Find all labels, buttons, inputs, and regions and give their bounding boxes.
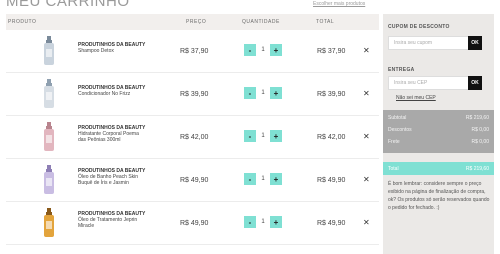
quantity-value[interactable]: 1: [256, 176, 270, 182]
unit-price: R$ 49,90: [180, 220, 209, 227]
product-title-line2: das Peônias 300ml: [78, 137, 121, 143]
product-title: Condicionador No Frizz: [78, 91, 131, 97]
header-quantity: QUANTIDADE: [242, 19, 280, 25]
remove-item-icon[interactable]: ✕: [363, 175, 370, 184]
subtotal-row: Subtotal R$ 219,60: [388, 115, 489, 121]
unit-price: R$ 37,90: [180, 48, 209, 55]
shipping-value: R$ 0,00: [471, 139, 489, 145]
cart-header: PRODUTO PREÇO QUANTIDADE TOTAL: [6, 14, 379, 30]
decrease-quantity-button[interactable]: -: [244, 173, 256, 185]
product-name[interactable]: PRODUTINHOS DA BEAUTY Condicionador No Fr…: [78, 85, 145, 97]
cart-table: PRODUTO PREÇO QUANTIDADE TOTAL PRODUTINH…: [6, 14, 379, 245]
total-bar: Total R$ 219,60: [383, 162, 494, 175]
discount-value: R$ 0,00: [471, 127, 489, 133]
cart-row: PRODUTINHOS DA BEAUTY Hidratante Corporal…: [6, 116, 379, 159]
line-total: R$ 49,90: [317, 220, 346, 227]
product-title: Shampoo Detox: [78, 48, 114, 54]
quantity-stepper: -1 +: [244, 130, 282, 142]
product-image[interactable]: [42, 165, 56, 195]
cep-input[interactable]: Insira seu CEP: [388, 76, 479, 90]
header-total: TOTAL: [316, 19, 335, 25]
product-image[interactable]: [42, 79, 56, 109]
increase-quantity-button[interactable]: +: [270, 87, 282, 99]
shipping-label: Frete: [388, 139, 400, 145]
increase-quantity-button[interactable]: +: [270, 44, 282, 56]
quantity-value[interactable]: 1: [256, 219, 270, 225]
line-total: R$ 37,90: [317, 48, 346, 55]
cart-row: PRODUTINHOS DA BEAUTY Óleo de Tratamento …: [6, 202, 379, 245]
total-label: Total: [388, 166, 399, 172]
quantity-value[interactable]: 1: [256, 133, 270, 139]
product-title-line2: Buquê de Íris e Jasmin: [78, 180, 129, 186]
total-value: R$ 219,60: [465, 166, 489, 172]
unit-price: R$ 49,90: [180, 177, 209, 184]
cart-row: PRODUTINHOS DA BEAUTY Condicionador No Fr…: [6, 73, 379, 116]
line-total: R$ 49,90: [317, 177, 346, 184]
quantity-stepper: -1 +: [244, 44, 282, 56]
coupon-label: CUPOM DE DESCONTO: [388, 24, 450, 30]
unit-price: R$ 39,90: [180, 91, 209, 98]
order-summary: Subtotal R$ 219,60 Descontos R$ 0,00 Fre…: [383, 110, 494, 153]
decrease-quantity-button[interactable]: -: [244, 87, 256, 99]
line-total: R$ 42,00: [317, 134, 346, 141]
decrease-quantity-button[interactable]: -: [244, 216, 256, 228]
product-image[interactable]: [42, 36, 56, 66]
shipping-row: Frete R$ 0,00: [388, 139, 489, 145]
coupon-ok-button[interactable]: OK: [468, 36, 482, 50]
cart-row: PRODUTINHOS DA BEAUTY Óleo de Banho Peach…: [6, 159, 379, 202]
remove-item-icon[interactable]: ✕: [363, 46, 370, 55]
decrease-quantity-button[interactable]: -: [244, 130, 256, 142]
product-image[interactable]: [42, 122, 56, 152]
subtotal-value: R$ 219,60: [465, 115, 489, 121]
product-name[interactable]: PRODUTINHOS DA BEAUTY Óleo de Banho Peach…: [78, 168, 145, 186]
page-title: MEU CARRINHO: [6, 0, 130, 10]
product-title-line2: Miracle: [78, 223, 95, 229]
cart-row: PRODUTINHOS DA BEAUTY Shampoo Detox R$ 37,…: [6, 30, 379, 73]
increase-quantity-button[interactable]: +: [270, 173, 282, 185]
product-image[interactable]: [42, 208, 56, 238]
price-note: É bom lembrar: considere sempre o preço …: [388, 181, 490, 211]
discount-row: Descontos R$ 0,00: [388, 127, 489, 133]
cart-sidebar: CUPOM DE DESCONTO Insira seu cupom OK EN…: [383, 14, 494, 254]
product-name[interactable]: PRODUTINHOS DA BEAUTY Shampoo Detox: [78, 42, 145, 54]
product-name[interactable]: PRODUTINHOS DA BEAUTY Hidratante Corporal…: [78, 125, 145, 143]
quantity-stepper: -1 +: [244, 173, 282, 185]
increase-quantity-button[interactable]: +: [270, 130, 282, 142]
remove-item-icon[interactable]: ✕: [363, 89, 370, 98]
header-product: PRODUTO: [8, 19, 37, 25]
increase-quantity-button[interactable]: +: [270, 216, 282, 228]
remove-item-icon[interactable]: ✕: [363, 132, 370, 141]
quantity-stepper: -1 +: [244, 87, 282, 99]
line-total: R$ 39,90: [317, 91, 346, 98]
decrease-quantity-button[interactable]: -: [244, 44, 256, 56]
quantity-value[interactable]: 1: [256, 47, 270, 53]
unit-price: R$ 42,00: [180, 134, 209, 141]
header-price: PREÇO: [186, 19, 207, 25]
quantity-stepper: -1 +: [244, 216, 282, 228]
delivery-label: ENTREGA: [388, 67, 415, 73]
discount-label: Descontos: [388, 127, 412, 133]
cep-ok-button[interactable]: OK: [468, 76, 482, 90]
remove-item-icon[interactable]: ✕: [363, 218, 370, 227]
unknown-cep-link[interactable]: Não sei meu CEP: [396, 95, 436, 101]
continue-shopping-link[interactable]: Escolher mais produtos: [313, 1, 365, 7]
product-name[interactable]: PRODUTINHOS DA BEAUTY Óleo de Tratamento …: [78, 211, 145, 229]
quantity-value[interactable]: 1: [256, 90, 270, 96]
coupon-input[interactable]: Insira seu cupom: [388, 36, 479, 50]
subtotal-label: Subtotal: [388, 115, 407, 121]
